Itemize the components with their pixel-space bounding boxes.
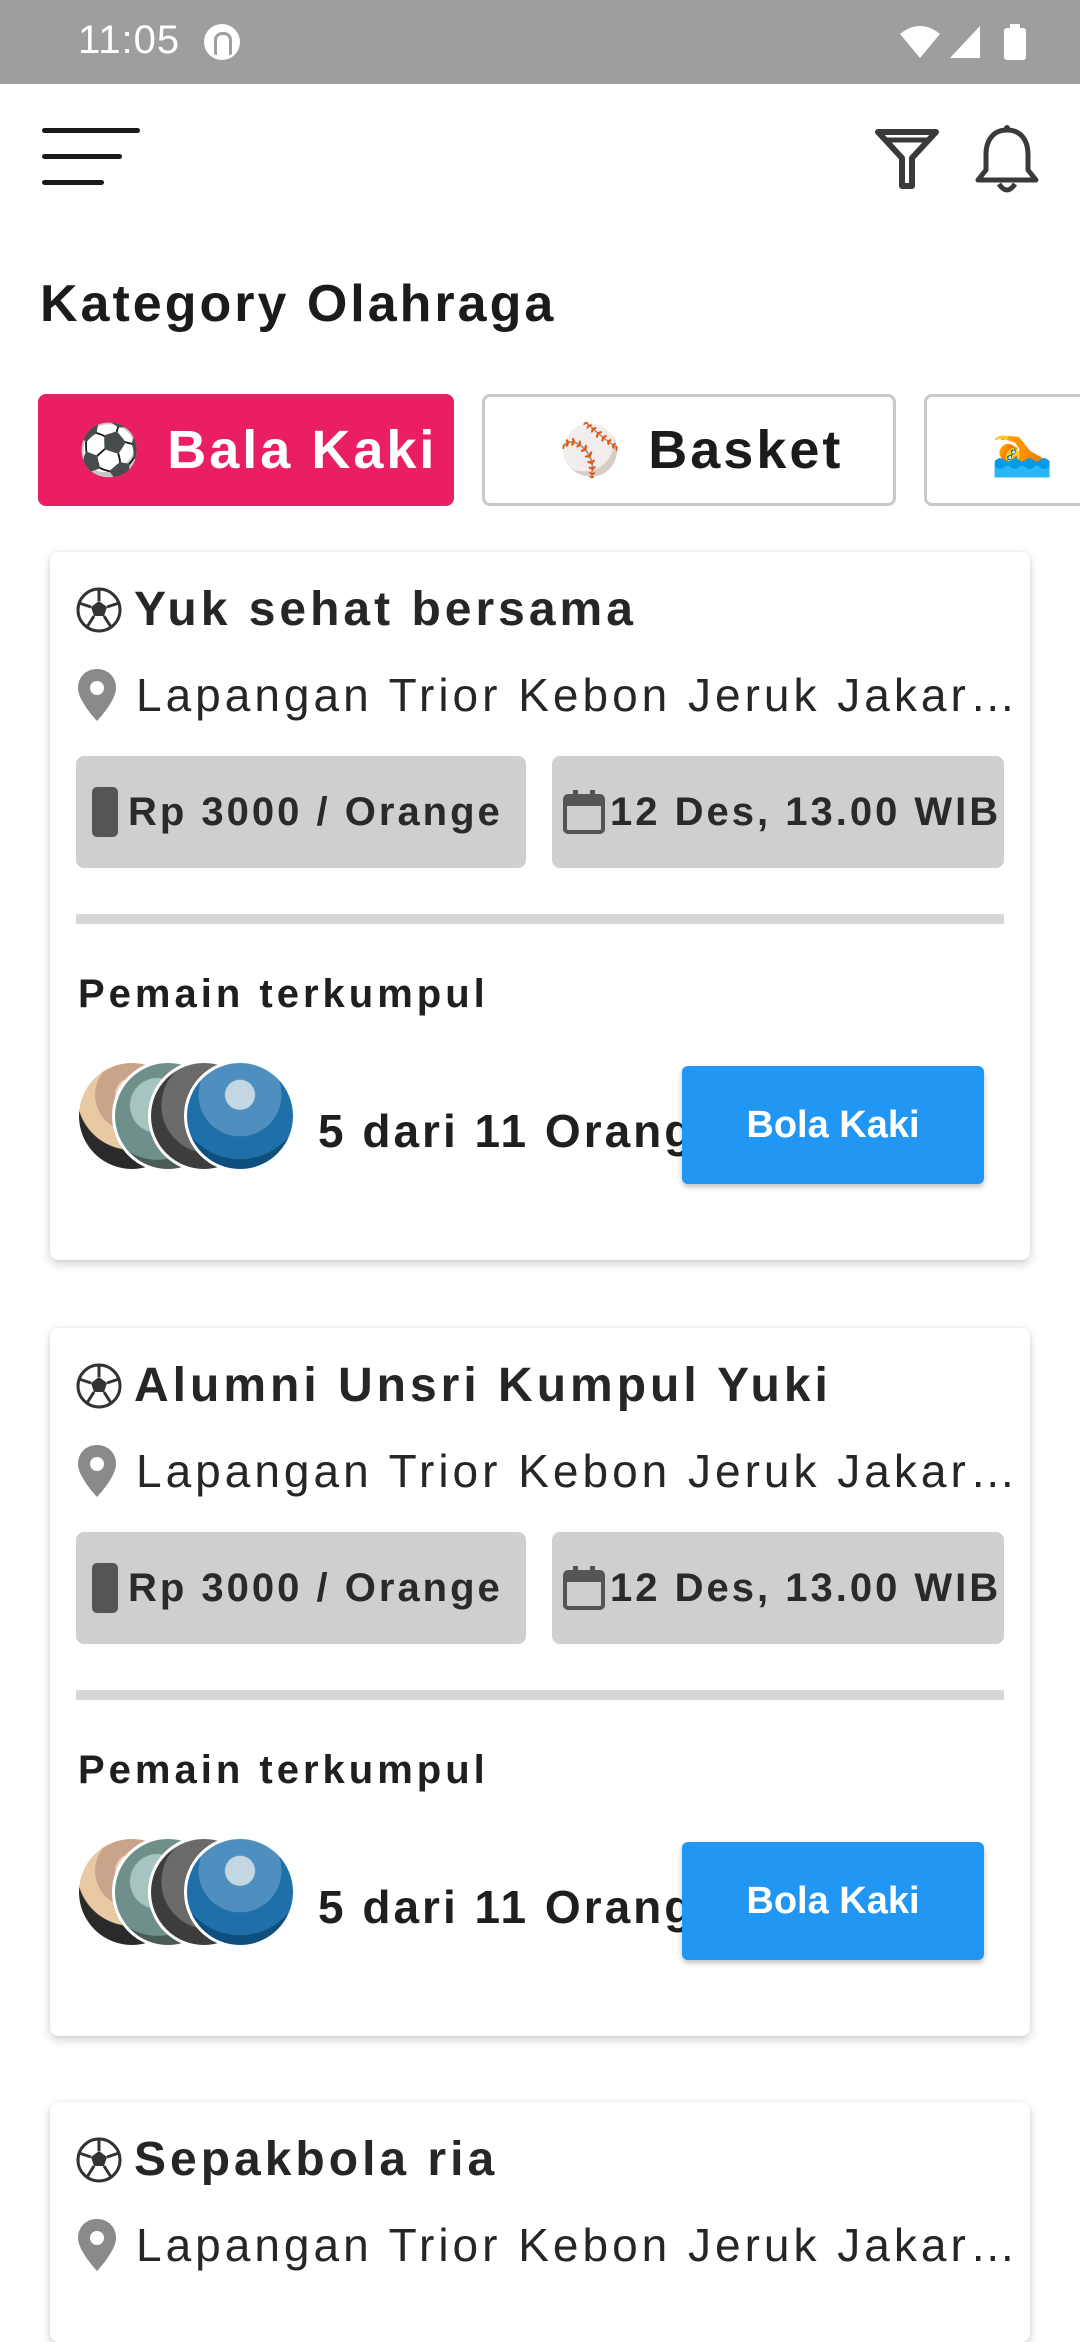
event-card[interactable]: Yuk sehat bersama Lapangan Trior Kebon J… (50, 552, 1030, 1260)
phone-icon (92, 787, 118, 837)
event-location: Lapangan Trior Kebon Jeruk Jakarta (76, 667, 1016, 723)
page-title: Kategory Olahraga (40, 275, 557, 333)
phone-icon (92, 1563, 118, 1613)
category-button[interactable]: Bola Kaki (682, 1066, 984, 1184)
event-title: Alumni Unsri Kumpul Yuki (76, 1358, 832, 1413)
event-card[interactable]: Alumni Unsri Kumpul Yuki Lapangan Trior … (50, 1328, 1030, 2036)
calendar-icon (563, 1566, 605, 1610)
swimming-icon: 🏊 (991, 421, 1057, 478)
price-text: Rp 3000 / Orange (128, 1565, 503, 1610)
event-title-text: Sepakbola ria (134, 2133, 499, 2186)
date-pill: 12 Des, 13.00 WIB (552, 1532, 1004, 1644)
avatar (184, 1060, 296, 1172)
location-pin-icon (78, 669, 116, 721)
event-location: Lapangan Trior Kebon Jeruk Jakarta (76, 1443, 1016, 1499)
players-label: Pemain terkumpul (78, 972, 489, 1016)
menu-icon[interactable] (42, 128, 142, 188)
divider (76, 1690, 1004, 1700)
status-icons (900, 22, 1040, 62)
event-title-text: Yuk sehat bersama (134, 583, 637, 636)
event-title: Yuk sehat bersama (76, 582, 637, 637)
players-count: 5 dari 11 Orang (318, 1881, 696, 1933)
event-card[interactable]: Sepakbola ria Lapangan Trior Kebon Jeruk… (50, 2102, 1030, 2342)
category-chips: ⚽ Bala Kaki ⚾ Basket 🏊 (0, 394, 1080, 510)
notification-app-icon (204, 24, 240, 60)
category-chip-label: Bala Kaki (167, 420, 438, 480)
baseball-icon: ⚾ (559, 421, 625, 478)
event-title: Sepakbola ria (76, 2132, 498, 2187)
signal-icon (950, 26, 980, 58)
players-count: 5 dari 11 Orang (318, 1105, 696, 1157)
date-pill: 12 Des, 13.00 WIB (552, 756, 1004, 868)
player-avatars (76, 1060, 306, 1180)
divider (76, 914, 1004, 924)
category-chip-bola-kaki[interactable]: ⚽ Bala Kaki (38, 394, 454, 506)
price-text: Rp 3000 / Orange (128, 789, 503, 834)
battery-icon (1004, 24, 1026, 60)
event-location-text: Lapangan Trior Kebon Jeruk Jakarta (136, 1445, 1016, 1497)
avatar (184, 1836, 296, 1948)
players-label: Pemain terkumpul (78, 1748, 489, 1792)
category-chip-swimming[interactable]: 🏊 (924, 394, 1080, 506)
filter-icon[interactable] (874, 126, 940, 192)
wifi-icon (900, 26, 940, 58)
player-avatars (76, 1836, 306, 1956)
category-button[interactable]: Bola Kaki (682, 1842, 984, 1960)
calendar-icon (563, 790, 605, 834)
location-pin-icon (78, 1445, 116, 1497)
soccer-ball-icon (76, 1363, 122, 1408)
event-location: Lapangan Trior Kebon Jeruk Jakarta (76, 2217, 1016, 2273)
event-location-text: Lapangan Trior Kebon Jeruk Jakarta (136, 669, 1016, 721)
category-chip-basket[interactable]: ⚾ Basket (482, 394, 896, 506)
price-pill: Rp 3000 / Orange (76, 1532, 526, 1644)
category-chip-label: Basket (648, 420, 844, 480)
date-text: 12 Des, 13.00 WIB (610, 789, 1002, 834)
status-time: 11:05 (78, 18, 181, 62)
soccer-ball-icon: ⚽ (78, 421, 144, 478)
price-pill: Rp 3000 / Orange (76, 756, 526, 868)
status-bar: 11:05 (0, 0, 1080, 84)
date-text: 12 Des, 13.00 WIB (610, 1565, 1002, 1610)
event-location-text: Lapangan Trior Kebon Jeruk Jakarta (136, 2219, 1016, 2271)
soccer-ball-icon (76, 2137, 122, 2182)
event-title-text: Alumni Unsri Kumpul Yuki (134, 1359, 832, 1412)
location-pin-icon (78, 2219, 116, 2271)
notification-bell-icon[interactable] (972, 124, 1042, 196)
soccer-ball-icon (76, 587, 122, 632)
